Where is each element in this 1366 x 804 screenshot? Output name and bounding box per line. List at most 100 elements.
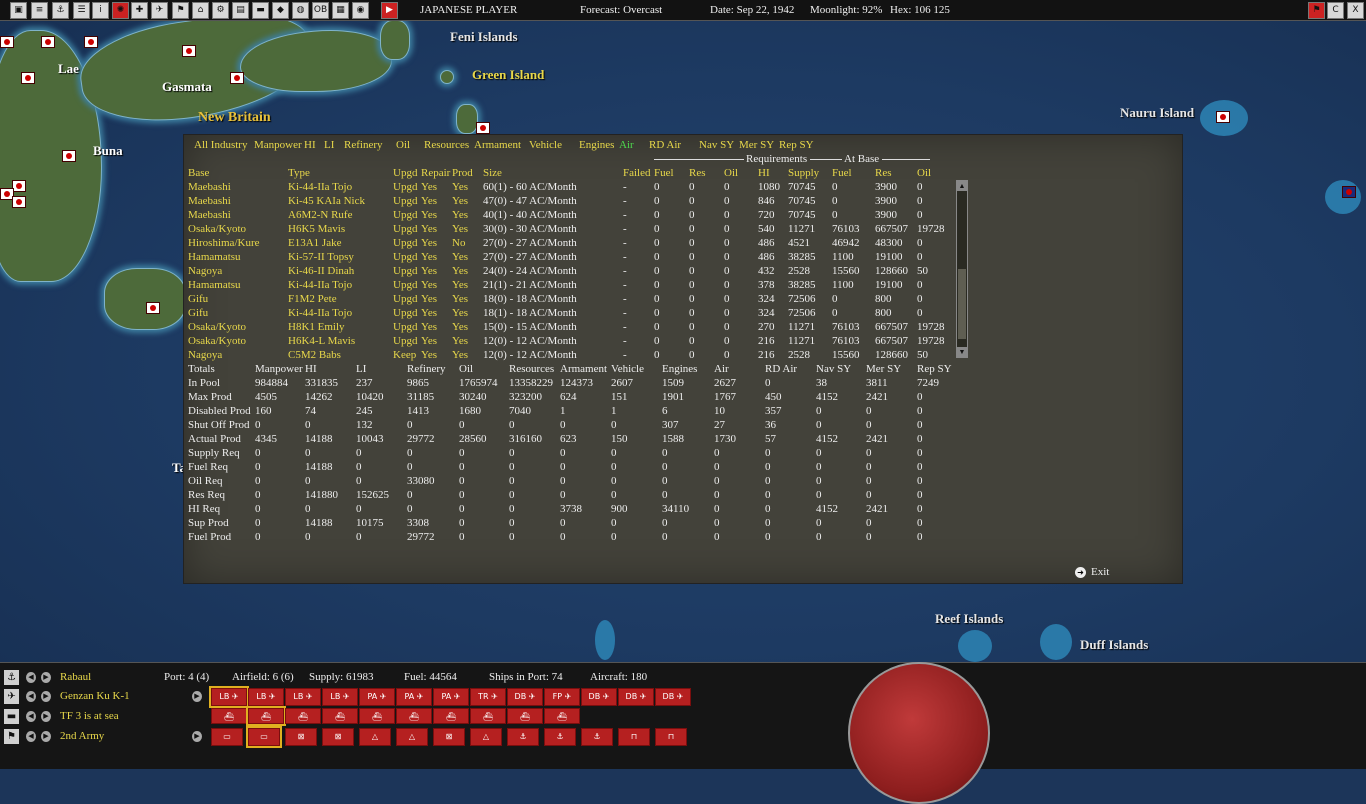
air-group-chip[interactable]: PA ✈ [359, 688, 395, 706]
scroll-down-icon[interactable]: ▼ [957, 347, 967, 357]
air-group-chip[interactable]: PA ✈ [433, 688, 469, 706]
prev-arrow-icon[interactable]: ◀ [26, 691, 36, 702]
plane-icon[interactable]: ✈ [4, 689, 19, 704]
next-arrow-icon[interactable]: ▶ [41, 672, 51, 683]
land-unit-chip[interactable]: ⊓ [618, 728, 650, 746]
map-icon[interactable]: ▣ [10, 2, 27, 19]
land-unit-chip[interactable]: ⚓ [544, 728, 576, 746]
next-arrow-icon[interactable]: ▶ [41, 731, 51, 742]
ob-icon[interactable]: OB [312, 2, 329, 19]
close-icon[interactable]: X [1347, 2, 1364, 19]
tab-resources[interactable]: Resources [424, 139, 469, 151]
col-header[interactable]: Oil [917, 167, 931, 179]
rising-sun-icon[interactable]: ✺ [112, 2, 129, 19]
prev-arrow-icon[interactable]: ◀ [26, 731, 36, 742]
ship-chip[interactable]: ⛴ [285, 708, 321, 724]
list-icon[interactable]: ≡ [31, 2, 48, 19]
play-icon[interactable]: ▶ [381, 2, 398, 19]
prev-arrow-icon[interactable]: ◀ [26, 672, 36, 683]
ship-chip[interactable]: ⛴ [470, 708, 506, 724]
air-group-chip[interactable]: LB ✈ [285, 688, 321, 706]
base-name[interactable]: Rabaul [60, 671, 91, 683]
air-group-chip[interactable]: DB ✈ [581, 688, 617, 706]
squad-icon[interactable]: ☰ [73, 2, 90, 19]
exit-button[interactable]: ➜ Exit [1075, 566, 1109, 578]
ships-icon[interactable]: ⚓ [52, 2, 69, 19]
land-unit-chip[interactable]: ⚓ [507, 728, 539, 746]
scroll-up-icon[interactable]: ▲ [957, 181, 967, 191]
flag-icon[interactable]: ⚑ [4, 729, 19, 744]
factory-row[interactable]: Nagoya Ki-46-II Dinah Upgd Yes Yes 24(0) - 24… [184, 265, 964, 279]
next-arrow-icon[interactable]: ▶ [41, 691, 51, 702]
tab-mer-sy[interactable]: Mer SY [739, 139, 774, 151]
factory-row[interactable]: Hiroshima/Kure E13A1 Jake Upgd Yes No 27(0) -… [184, 237, 964, 251]
col-header[interactable]: Repair [421, 167, 450, 179]
ship-icon[interactable]: ▬ [4, 709, 19, 724]
land-unit-chip[interactable]: ▭ [211, 728, 243, 746]
base-flag-icon[interactable] [476, 122, 490, 134]
tab-rep-sy[interactable]: Rep SY [779, 139, 814, 151]
ship2-icon[interactable]: ◆ [272, 2, 289, 19]
plus-icon[interactable]: ✚ [131, 2, 148, 19]
base-flag-icon[interactable] [21, 72, 35, 84]
globe-icon[interactable]: ◍ [292, 2, 309, 19]
factory-row[interactable]: Osaka/Kyoto H8K1 Emily Upgd Yes Yes 15(0) - 1… [184, 321, 964, 335]
factory-row[interactable]: Maebashi Ki-45 KAIa Nick Upgd Yes Yes 47(0) -… [184, 195, 964, 209]
ship-icon[interactable]: ▬ [252, 2, 269, 19]
ship-chip[interactable]: ⛴ [507, 708, 543, 724]
factory-row[interactable]: Hamamatsu Ki-44-IIa Tojo Upgd Yes Yes 21(1) -… [184, 279, 964, 293]
base-flag-icon[interactable] [12, 180, 26, 192]
unit-icon[interactable]: ▤ [232, 2, 249, 19]
base-flag-icon[interactable] [182, 45, 196, 57]
air-group-chip[interactable]: PA ✈ [396, 688, 432, 706]
prev-arrow-icon[interactable]: ◀ [26, 711, 36, 722]
tab-oil[interactable]: Oil [396, 139, 410, 151]
factory-row[interactable]: Gifu F1M2 Pete Upgd Yes Yes 18(0) - 18 AC/Mon… [184, 293, 964, 307]
factory-row[interactable]: Osaka/Kyoto H6K4-L Mavis Upgd Yes Yes 12(0) -… [184, 335, 964, 349]
land-unit-chip[interactable]: △ [470, 728, 502, 746]
land-unit-chip[interactable]: ⊓ [655, 728, 687, 746]
base-flag-icon[interactable] [62, 150, 76, 162]
next-arrow-icon[interactable]: ▶ [41, 711, 51, 722]
col-header[interactable]: Failed [623, 167, 651, 179]
base-flag-icon[interactable] [0, 36, 14, 48]
factory-row[interactable]: Nagoya C5M2 Babs Keep Yes Yes 12(0) - 12 AC/M… [184, 349, 964, 363]
air-group-chip[interactable]: DB ✈ [618, 688, 654, 706]
task-force-name[interactable]: TF 3 is at sea [60, 710, 119, 722]
col-header[interactable]: Res [875, 167, 892, 179]
c-icon[interactable]: C [1327, 2, 1344, 19]
land-unit-chip[interactable]: ▭ [246, 726, 282, 748]
tab-li[interactable]: LI [324, 139, 334, 151]
air-group-chip[interactable]: TR ✈ [470, 688, 506, 706]
air-group-chip[interactable]: LB ✈ [322, 688, 358, 706]
base-flag-icon[interactable] [146, 302, 160, 314]
land-unit-chip[interactable]: ⊠ [285, 728, 317, 746]
col-header[interactable]: Prod [452, 167, 473, 179]
land-unit-chip[interactable]: ⊠ [433, 728, 465, 746]
tab-refinery[interactable]: Refinery [344, 139, 382, 151]
col-header[interactable]: Fuel [654, 167, 674, 179]
air-group-chip[interactable]: DB ✈ [655, 688, 691, 706]
tab-armament[interactable]: Armament [474, 139, 521, 151]
ship-chip[interactable]: ⛴ [544, 708, 580, 724]
col-header[interactable]: Size [483, 167, 502, 179]
tab-nav-sy[interactable]: Nav SY [699, 139, 734, 151]
anchor-icon[interactable]: ⚓ [4, 670, 19, 685]
tab-manpower[interactable]: Manpower [254, 139, 302, 151]
ensign-icon[interactable]: ⚑ [172, 2, 189, 19]
land-unit-chip[interactable]: ⚓ [581, 728, 613, 746]
factory-row[interactable]: Gifu Ki-44-IIa Tojo Upgd Yes Yes 18(1) - 18 A… [184, 307, 964, 321]
col-header[interactable]: HI [758, 167, 770, 179]
air-group-chip[interactable]: DB ✈ [507, 688, 543, 706]
scrollbar[interactable]: ▲ ▼ [956, 180, 968, 358]
ship-chip[interactable]: ⛴ [211, 708, 247, 724]
tab-rd-air[interactable]: RD Air [649, 139, 681, 151]
ship-chip[interactable]: ⛴ [322, 708, 358, 724]
land-unit-chip[interactable]: △ [396, 728, 428, 746]
ship-chip[interactable]: ⛴ [246, 706, 286, 726]
army-name[interactable]: 2nd Army [60, 730, 104, 742]
land-unit-chip[interactable]: △ [359, 728, 391, 746]
tab-air[interactable]: Air [619, 139, 634, 151]
air-group-chip[interactable]: LB ✈ [209, 686, 249, 708]
rising-sun-globe-icon[interactable] [848, 662, 990, 804]
